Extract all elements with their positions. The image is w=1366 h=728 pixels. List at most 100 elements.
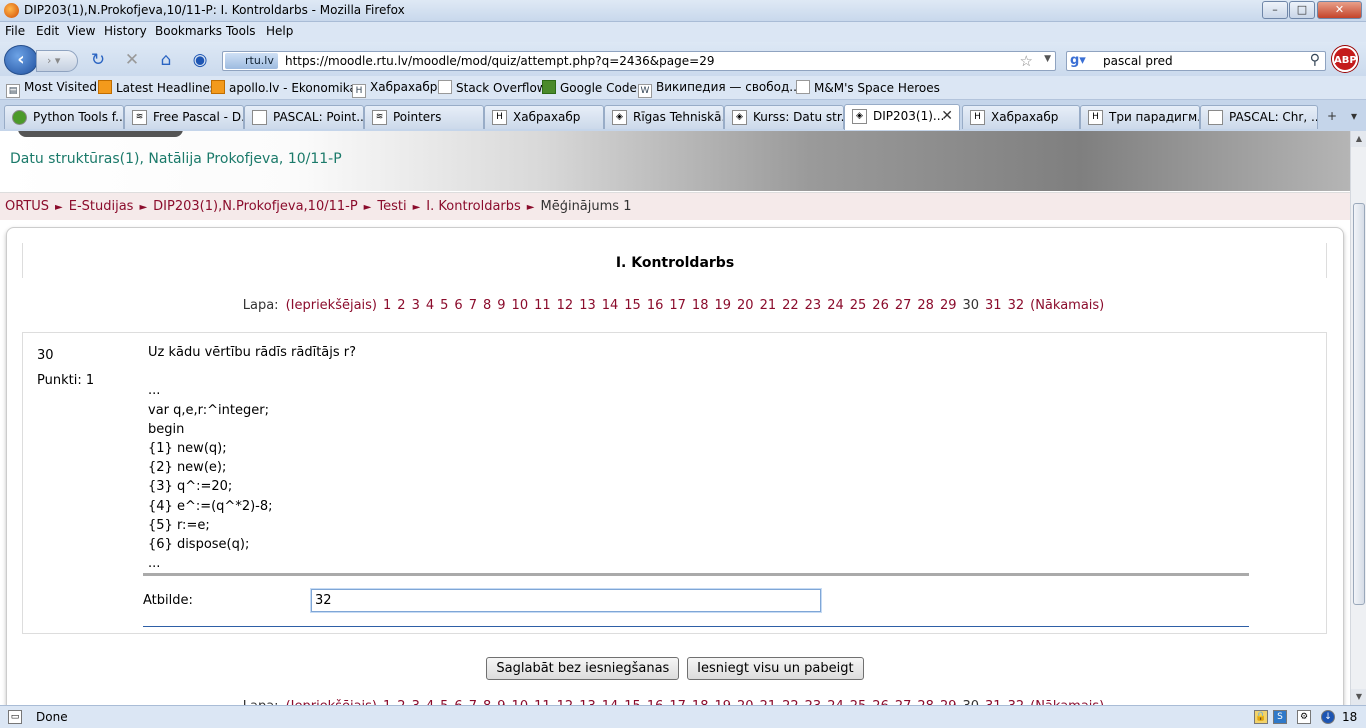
new-tab-icon[interactable]: +: [1322, 105, 1342, 129]
pager-page-link[interactable]: 6: [454, 298, 462, 313]
pager-page-link[interactable]: 29: [940, 298, 957, 313]
pager-page-link[interactable]: 15: [624, 298, 641, 313]
tab-python-tools[interactable]: Python Tools f...: [4, 105, 124, 129]
lock-icon[interactable]: 🔒: [1254, 710, 1268, 724]
tab-pascal-chr[interactable]: PASCAL: Chr, ...: [1200, 105, 1318, 129]
menu-bookmarks[interactable]: Bookmarks: [155, 24, 222, 38]
tab-tri-paradigmy[interactable]: H Три парадигм...: [1080, 105, 1200, 129]
habr-icon: H: [970, 110, 985, 125]
scrollbar-thumb[interactable]: [1353, 203, 1365, 605]
pager-page-link[interactable]: 13: [579, 298, 596, 313]
pager-page-link[interactable]: 18: [692, 298, 709, 313]
search-icon[interactable]: ⚲: [1310, 52, 1320, 68]
minimize-button[interactable]: –: [1262, 1, 1288, 19]
tab-pointers[interactable]: ≋ Pointers: [364, 105, 484, 129]
pager-page-link[interactable]: 21: [760, 298, 777, 313]
url-text[interactable]: https://moodle.rtu.lv/moodle/mod/quiz/at…: [285, 54, 714, 68]
pager-page-link[interactable]: 10: [512, 298, 529, 313]
close-window-button[interactable]: ✕: [1317, 1, 1362, 19]
tab-habrahabr-2[interactable]: H Хабрахабр: [962, 105, 1080, 129]
menu-view[interactable]: View: [67, 24, 95, 38]
bookmark-habrahabr[interactable]: H Хабрахабр: [352, 80, 437, 98]
pager-page-link[interactable]: 11: [534, 298, 551, 313]
pager-page-link[interactable]: 22: [782, 298, 799, 313]
pager-page-link[interactable]: 32: [1008, 298, 1025, 313]
pager-page-link[interactable]: 12: [557, 298, 574, 313]
skype-icon[interactable]: S: [1273, 710, 1287, 724]
bookmark-most-visited[interactable]: ▤ Most Visited: [6, 80, 97, 98]
tab-pascal-pointers[interactable]: PASCAL: Point...: [244, 105, 364, 129]
save-without-submit-button[interactable]: Saglabāt bez iesniegšanas: [486, 657, 680, 680]
pager-page-link[interactable]: 2: [397, 298, 405, 313]
pager-page-link[interactable]: 1: [383, 298, 391, 313]
breadcrumb-e-studijas[interactable]: E-Studijas: [69, 199, 134, 214]
tab-kurss-datu[interactable]: ◈ Kurss: Datu str...: [724, 105, 844, 129]
adblock-plus-icon[interactable]: ABP: [1332, 46, 1358, 72]
pager-page-link[interactable]: 9: [497, 298, 505, 313]
pager-prev-link[interactable]: (Iepriekšējais): [286, 298, 377, 313]
home-icon[interactable]: ⌂: [156, 50, 176, 70]
menu-tools[interactable]: Tools: [226, 24, 256, 38]
pager-page-link[interactable]: 4: [426, 298, 434, 313]
close-tab-icon[interactable]: ✕: [941, 105, 953, 127]
scroll-down-icon[interactable]: ▼: [1351, 689, 1366, 705]
pager-page-link[interactable]: 25: [850, 298, 867, 313]
pager-page-link[interactable]: 17: [669, 298, 686, 313]
google-engine-icon[interactable]: g▾: [1070, 53, 1086, 68]
menu-file[interactable]: File: [5, 24, 25, 38]
bookmark-apollo[interactable]: apollo.lv - Ekonomika: [211, 80, 357, 95]
scroll-up-icon[interactable]: ▲: [1351, 131, 1366, 147]
addon-icon[interactable]: ◉: [190, 50, 210, 70]
tab-rigas-tehniska[interactable]: ◈ Rīgas Tehniskā...: [604, 105, 724, 129]
back-button[interactable]: ‹: [4, 45, 38, 75]
addon-status-icon[interactable]: ⚙: [1297, 710, 1311, 724]
menu-history[interactable]: History: [104, 24, 147, 38]
breadcrumb-course[interactable]: DIP203(1),N.Prokofjeva,10/11-P: [153, 199, 358, 214]
rss-icon: [211, 80, 225, 94]
list-all-tabs-icon[interactable]: ▾: [1344, 105, 1364, 129]
pager-page-link[interactable]: 16: [647, 298, 664, 313]
pager-page-link[interactable]: 3: [412, 298, 420, 313]
submit-all-finish-button[interactable]: Iesniegt visu un pabeigt: [687, 657, 864, 680]
site-identity-badge[interactable]: rtu.lv: [225, 53, 278, 69]
pager-page-link[interactable]: 26: [872, 298, 889, 313]
menu-help[interactable]: Help: [266, 24, 293, 38]
pager-page-link[interactable]: 14: [602, 298, 619, 313]
bookmark-stack-overflow[interactable]: Stack Overflow: [438, 80, 547, 95]
bookmark-latest-headlines[interactable]: Latest Headlines: [98, 80, 216, 95]
maximize-button[interactable]: □: [1289, 1, 1315, 19]
pager-page-link[interactable]: 19: [714, 298, 731, 313]
pager-page-link[interactable]: 31: [985, 298, 1002, 313]
pager-next-link[interactable]: (Nākamais): [1030, 298, 1104, 313]
breadcrumb-testi[interactable]: Testi: [377, 199, 406, 214]
menu-edit[interactable]: Edit: [36, 24, 59, 38]
pager-page-link[interactable]: 8: [483, 298, 491, 313]
downloads-icon[interactable]: ↓: [1321, 710, 1335, 724]
breadcrumb-quiz[interactable]: I. Kontroldarbs: [426, 199, 520, 214]
tab-habrahabr[interactable]: H Хабрахабр: [484, 105, 604, 129]
search-bar[interactable]: g▾ pascal pred ⚲: [1066, 51, 1326, 71]
pager-page-link[interactable]: 24: [827, 298, 844, 313]
pager-page-link[interactable]: 23: [805, 298, 822, 313]
pager-page-link[interactable]: 7: [469, 298, 477, 313]
pager-page-link[interactable]: 28: [917, 298, 934, 313]
reload-icon[interactable]: ↻: [88, 50, 108, 70]
forward-button[interactable]: › ▾: [36, 50, 78, 72]
tab-dip203-active[interactable]: ◈ DIP203(1)... ✕: [844, 104, 960, 130]
stop-icon[interactable]: ✕: [122, 50, 142, 70]
vertical-scrollbar[interactable]: ▲ ▼: [1350, 131, 1366, 705]
bookmark-wikipedia[interactable]: W Википедия — свобод...: [638, 80, 801, 98]
address-bar[interactable]: rtu.lv https://moodle.rtu.lv/moodle/mod/…: [222, 51, 1056, 71]
bookmark-star-icon[interactable]: ☆: [1020, 52, 1033, 70]
bookmark-google-code[interactable]: Google Code: [542, 80, 637, 95]
pager-page-link[interactable]: 5: [440, 298, 448, 313]
tab-free-pascal[interactable]: ≋ Free Pascal - D...: [124, 105, 244, 129]
breadcrumb-ortus[interactable]: ORTUS: [5, 199, 49, 214]
search-input[interactable]: pascal pred: [1103, 54, 1173, 68]
pager-page-link[interactable]: 20: [737, 298, 754, 313]
pager-page-link[interactable]: 27: [895, 298, 912, 313]
wikipedia-icon: W: [638, 84, 652, 98]
answer-input[interactable]: [310, 588, 822, 613]
bookmark-mm-space-heroes[interactable]: M&M's Space Heroes: [796, 80, 940, 95]
url-dropdown-icon[interactable]: ▼: [1044, 54, 1051, 64]
